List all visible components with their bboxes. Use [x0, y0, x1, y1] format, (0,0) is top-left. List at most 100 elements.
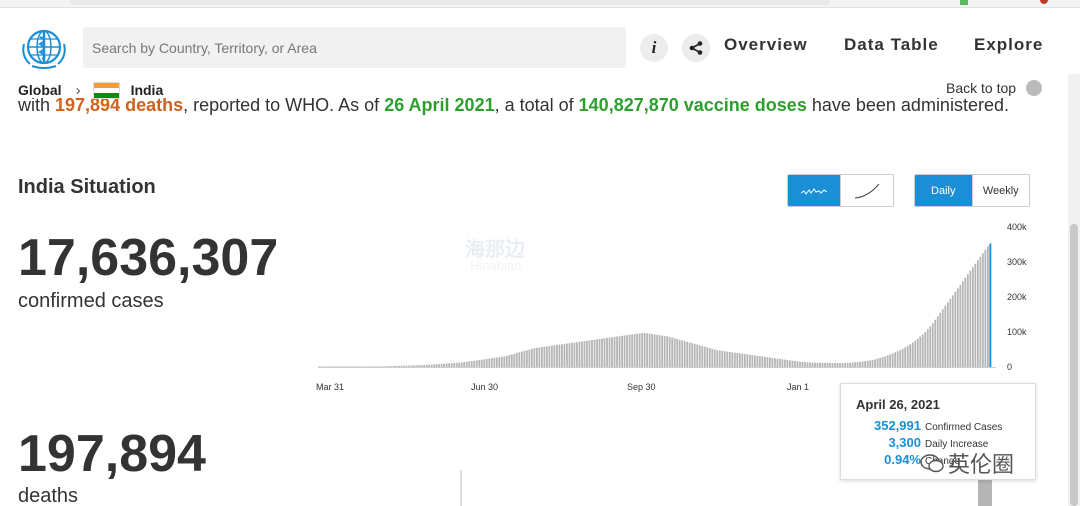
chart-bar[interactable] [438, 364, 441, 367]
info-button[interactable]: i [640, 34, 668, 62]
chart-bar[interactable] [811, 362, 814, 367]
chart-bar[interactable] [984, 249, 987, 367]
chart-bar[interactable] [648, 333, 651, 367]
chart-bar[interactable] [523, 350, 526, 367]
chart-bar[interactable] [621, 335, 623, 367]
chart-bar[interactable] [510, 354, 513, 367]
chart-bar[interactable] [804, 362, 806, 367]
nav-explore[interactable]: Explore [974, 35, 1043, 55]
chart-bar[interactable] [556, 344, 558, 367]
chart-bar[interactable] [956, 288, 959, 367]
chart-bar[interactable] [829, 363, 831, 367]
chart-bar[interactable] [711, 348, 714, 367]
chart-bar[interactable] [936, 316, 939, 367]
chart-bar[interactable] [470, 361, 473, 367]
chart-bar[interactable] [784, 359, 786, 367]
chart-bar[interactable] [914, 340, 917, 367]
chart-bar[interactable] [989, 243, 992, 367]
sentence-doses-link[interactable]: 140,827,870 vaccine doses [579, 98, 807, 115]
chart-bar[interactable] [561, 344, 563, 367]
chart-bar[interactable] [663, 335, 666, 367]
bar-chart-toggle-button[interactable] [788, 175, 840, 206]
cumulative-chart-toggle-button[interactable] [840, 175, 893, 206]
chart-bar[interactable] [794, 361, 796, 367]
chart-bar[interactable] [854, 362, 856, 367]
chart-bar[interactable] [350, 366, 353, 367]
chart-bar[interactable] [746, 354, 749, 367]
chart-bar[interactable] [493, 357, 496, 367]
chart-bar[interactable] [370, 366, 373, 367]
chart-bar[interactable] [631, 334, 633, 367]
chart-bar[interactable] [906, 346, 909, 367]
chart-bar[interactable] [766, 357, 769, 367]
scrollbar-thumb[interactable] [1070, 224, 1078, 506]
chart-bar[interactable] [751, 355, 754, 367]
chart-bar[interactable] [608, 337, 611, 367]
chart-bar[interactable] [678, 339, 681, 367]
weekly-button[interactable]: Weekly [971, 175, 1029, 206]
chart-bar[interactable] [563, 343, 566, 367]
chart-bar[interactable] [598, 339, 601, 367]
chart-bar[interactable] [586, 340, 588, 367]
chart-bar[interactable] [756, 355, 759, 367]
chart-bar[interactable] [819, 362, 821, 367]
chart-bar[interactable] [671, 337, 674, 367]
chart-bar[interactable] [786, 360, 789, 367]
chart-bar[interactable] [588, 340, 591, 367]
chart-bar[interactable] [483, 359, 486, 367]
chart-bar[interactable] [475, 360, 478, 367]
chart-bar[interactable] [553, 345, 556, 367]
chart-bar[interactable] [849, 362, 851, 368]
chart-bar[interactable] [921, 334, 924, 367]
chart-bar[interactable] [533, 348, 536, 367]
nav-overview[interactable]: Overview [724, 35, 808, 55]
chart-bar[interactable] [919, 336, 922, 367]
chart-bar[interactable] [951, 295, 954, 367]
chart-bar[interactable] [505, 355, 508, 367]
chart-bar[interactable] [500, 356, 503, 367]
chart-bar[interactable] [661, 335, 664, 368]
chart-bar[interactable] [836, 363, 839, 367]
chart-bar[interactable] [791, 360, 794, 367]
chart-bar[interactable] [834, 363, 836, 367]
chart-bar[interactable] [333, 366, 335, 367]
chart-bar[interactable] [520, 351, 523, 367]
chart-bar[interactable] [571, 342, 573, 367]
chart-bar[interactable] [408, 365, 410, 367]
chart-bar[interactable] [455, 362, 458, 367]
chart-bar[interactable] [530, 348, 533, 367]
chart-bar[interactable] [959, 284, 962, 367]
chart-bar[interactable] [348, 366, 350, 367]
chart-bar[interactable] [320, 366, 323, 367]
chart-bar[interactable] [323, 366, 325, 367]
search-input[interactable] [83, 27, 626, 68]
chart-bar[interactable] [911, 342, 914, 368]
chart-bar[interactable] [841, 362, 844, 367]
chart-bar[interactable] [864, 361, 867, 367]
chart-bar[interactable] [779, 358, 781, 367]
chart-bar[interactable] [861, 361, 864, 367]
chart-bar[interactable] [896, 351, 899, 367]
chart-bar[interactable] [966, 274, 969, 367]
chart-bar[interactable] [651, 334, 654, 367]
chart-bar[interactable] [743, 354, 746, 367]
chart-bar[interactable] [738, 353, 741, 367]
chart-bar[interactable] [508, 355, 511, 367]
chart-bar[interactable] [498, 357, 501, 367]
chart-bar[interactable] [816, 362, 819, 367]
chart-bar[interactable] [941, 309, 944, 367]
chart-bar[interactable] [596, 339, 598, 367]
chart-bar[interactable] [606, 337, 608, 367]
chart-bar[interactable] [846, 362, 849, 367]
chart-bar[interactable] [728, 351, 731, 367]
chart-bar[interactable] [801, 361, 804, 367]
chart-bar[interactable] [591, 340, 593, 367]
chart-bar[interactable] [448, 363, 451, 367]
chart-bar[interactable] [646, 333, 649, 367]
chart-bar[interactable] [548, 346, 551, 367]
chart-bar[interactable] [495, 357, 498, 367]
chart-bar[interactable] [345, 366, 348, 367]
chart-bar[interactable] [931, 323, 934, 367]
chart-bar[interactable] [901, 348, 904, 367]
chart-bar[interactable] [706, 347, 709, 367]
